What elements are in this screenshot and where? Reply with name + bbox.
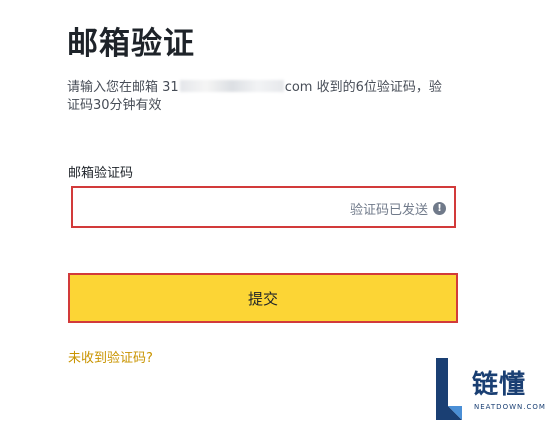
masked-email [179, 80, 284, 92]
watermark-text: 链懂 [472, 370, 527, 400]
resend-code-link[interactable]: 未收到验证码? [68, 347, 153, 366]
instruction-line2: 证码30分钟有效 [67, 98, 162, 113]
code-sent-hint: 验证码已发送 ! [350, 199, 446, 218]
warning-icon: ! [433, 202, 446, 215]
code-sent-text: 验证码已发送 [349, 203, 428, 218]
submit-button[interactable]: 提交 [68, 273, 458, 323]
code-input[interactable] [73, 188, 323, 226]
instruction-prefix: 请输入您在邮箱 31 [67, 80, 179, 95]
logo-l-icon [436, 358, 462, 420]
code-field[interactable]: 验证码已发送 ! [71, 186, 456, 228]
watermark-subtext: NEATDOWN.COM [474, 403, 546, 411]
page-title: 邮箱验证 [67, 26, 195, 62]
instruction-text: 请输入您在邮箱 31 com 收到的6位验证码，验 证码30分钟有效 [67, 79, 467, 115]
watermark-logo: 链懂 NEATDOWN.COM [436, 358, 552, 420]
code-field-label: 邮箱验证码 [68, 166, 134, 181]
instruction-suffix: com 收到的6位验证码，验 [284, 80, 442, 95]
